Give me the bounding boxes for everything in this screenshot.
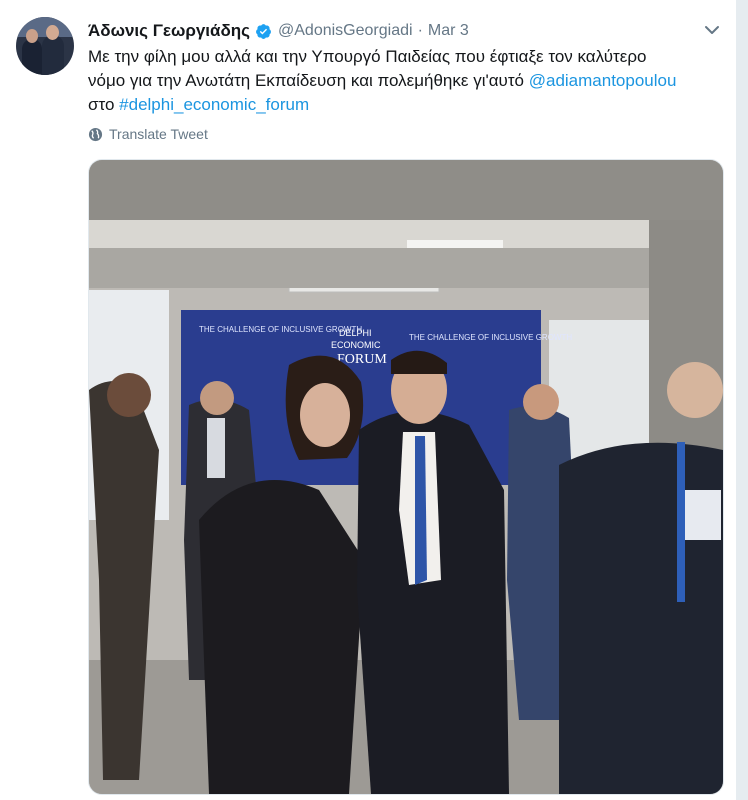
- verified-badge-icon: [256, 23, 271, 39]
- author-handle[interactable]: @AdonisGeorgiadi: [278, 22, 413, 40]
- photo-scene: THE CHALLENGE OF INCLUSIVE GROWTH THE CH…: [89, 160, 723, 794]
- banner-logo-line: ECONOMIC: [331, 340, 381, 350]
- tweet-text-line: νόμο για την Ανωτάτη Εκπαίδευση και πολε…: [88, 69, 728, 93]
- author-name[interactable]: Άδωνις Γεωργιάδης: [88, 21, 250, 41]
- header-separator: ·: [417, 22, 423, 39]
- chevron-down-icon[interactable]: [702, 20, 722, 40]
- tweet-text-segment: στο: [88, 95, 120, 114]
- globe-icon: [88, 127, 103, 141]
- tweet-text-line: στο #delphi_economic_forum: [88, 93, 728, 117]
- avatar-head-right: [46, 25, 59, 40]
- tweet-date[interactable]: Mar 3: [428, 22, 469, 40]
- mention-link[interactable]: @adiamantopoulou: [529, 71, 677, 90]
- page-right-border: [736, 0, 748, 800]
- tweet-text: Με την φίλη μου αλλά και την Υπουργό Παι…: [88, 45, 728, 117]
- banner-logo-line: DELPHI: [339, 328, 372, 338]
- tweet-text-line: Με την φίλη μου αλλά και την Υπουργό Παι…: [88, 47, 647, 66]
- avatar-person-right: [42, 35, 64, 75]
- tweet-text-segment: νόμο για την Ανωτάτη Εκπαίδευση και πολε…: [88, 71, 529, 90]
- avatar-background: [16, 17, 74, 37]
- avatar-head-left: [26, 29, 38, 43]
- avatar-person-left: [22, 39, 42, 75]
- banner-right-title: THE CHALLENGE OF INCLUSIVE GROWTH: [409, 333, 572, 342]
- tweet-photo[interactable]: THE CHALLENGE OF INCLUSIVE GROWTH THE CH…: [88, 159, 724, 795]
- tweet-header: Άδωνις Γεωργιάδης @AdonisGeorgiadi · Mar…: [88, 20, 469, 42]
- translate-label: Translate Tweet: [109, 126, 208, 142]
- translate-tweet[interactable]: Translate Tweet: [88, 126, 208, 142]
- banner-left-title: THE CHALLENGE OF INCLUSIVE GROWTH: [199, 325, 362, 334]
- author-avatar[interactable]: [16, 17, 74, 75]
- hashtag-link[interactable]: #delphi_economic_forum: [119, 95, 309, 114]
